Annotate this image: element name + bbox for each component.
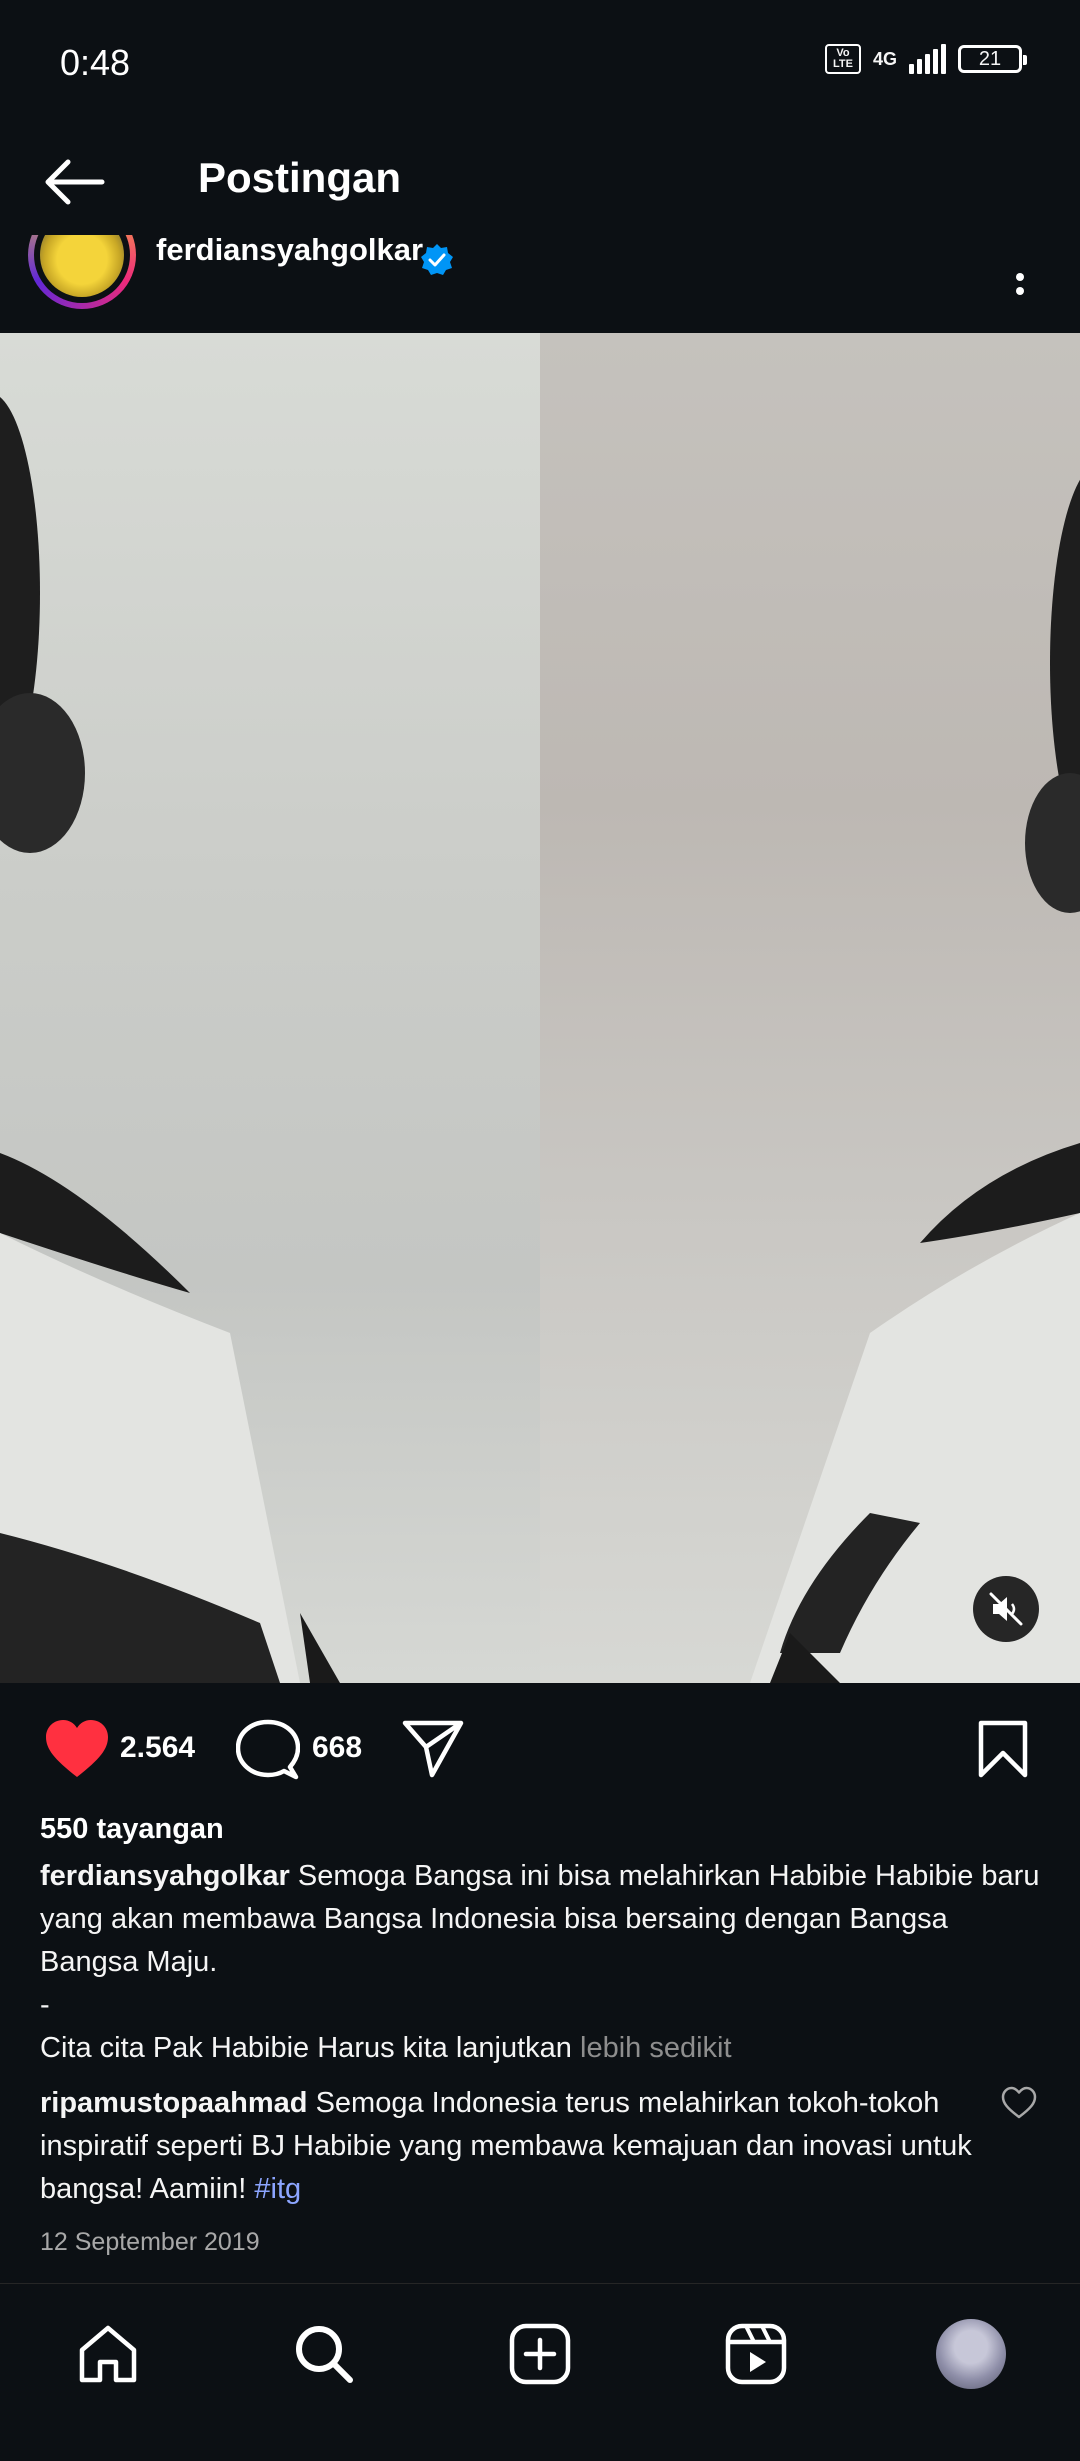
arrow-left-icon — [45, 159, 105, 205]
nav-reels[interactable] — [720, 2318, 792, 2390]
network-type: 4G — [872, 49, 897, 69]
post-caption: ferdiansyahgolkar Semoga Bangsa ini bisa… — [40, 1855, 1040, 2070]
video-right-figure — [750, 479, 1080, 1683]
post-actions: 2.564 668 — [0, 1683, 1080, 1813]
caption-line2: Cita cita Pak Habibie Harus kita lanjutk… — [40, 2032, 572, 2064]
heart-outline-icon — [1001, 2086, 1037, 2119]
search-icon — [296, 2326, 353, 2383]
bottom-navigation — [0, 2283, 1080, 2461]
author-username[interactable]: ferdiansyahgolkar — [156, 235, 423, 265]
top-header: Postingan — [0, 130, 1080, 235]
nav-home[interactable] — [72, 2318, 144, 2390]
comment-bubble-icon — [235, 1719, 301, 1780]
video-left-figure — [0, 397, 340, 1683]
caption-dash: - — [40, 1989, 50, 2021]
avatar-image — [40, 235, 124, 297]
profile-avatar — [936, 2319, 1006, 2389]
status-bar: 0:48 Vo LTE 4G 21 — [0, 0, 1080, 130]
video-frame-right — [540, 333, 1080, 1683]
post-date: 12 September 2019 — [40, 2228, 260, 2256]
like-count[interactable]: 2.564 — [120, 1731, 195, 1765]
mute-toggle-button[interactable] — [973, 1576, 1039, 1642]
more-options-button[interactable] — [1000, 255, 1040, 315]
like-button[interactable] — [44, 1719, 110, 1784]
show-less-link[interactable]: lebih sedikit — [580, 2032, 732, 2064]
share-button[interactable] — [402, 1719, 464, 1784]
home-icon — [79, 2325, 137, 2383]
speaker-muted-icon — [989, 1592, 1023, 1626]
page-title: Postingan — [198, 154, 402, 201]
caption-username[interactable]: ferdiansyahgolkar — [40, 1860, 290, 1892]
bookmark-icon — [978, 1720, 1028, 1778]
save-button[interactable] — [977, 1719, 1029, 1784]
comment-item: ripamustopaahmad Semoga Indonesia terus … — [40, 2082, 980, 2211]
comment-hashtag[interactable]: #itg — [254, 2173, 301, 2205]
video-frame-left — [0, 333, 540, 1683]
signal-icon — [909, 44, 946, 74]
status-time: 0:48 — [60, 42, 131, 83]
battery-icon: 21 — [958, 45, 1027, 73]
reels-icon — [725, 2323, 787, 2385]
battery-level: 21 — [978, 47, 1002, 70]
paper-plane-icon — [402, 1720, 464, 1778]
comment-like-button[interactable] — [1001, 2086, 1037, 2120]
heart-filled-icon — [46, 1720, 108, 1777]
volte-icon: Vo LTE — [824, 44, 861, 74]
nav-profile[interactable] — [935, 2318, 1007, 2390]
status-icons: Vo LTE 4G 21 — [824, 44, 1027, 74]
author-avatar[interactable] — [28, 235, 136, 309]
create-post-icon — [509, 2323, 571, 2385]
post-header: ferdiansyahgolkar — [0, 235, 1080, 333]
back-button[interactable] — [40, 150, 112, 214]
verified-badge-icon — [421, 244, 453, 275]
comment-button[interactable] — [235, 1719, 301, 1786]
nav-create[interactable] — [504, 2318, 576, 2390]
comment-username[interactable]: ripamustopaahmad — [40, 2087, 308, 2119]
view-count: 550 tayangan — [40, 1813, 224, 1845]
post-video[interactable] — [0, 333, 1080, 1683]
more-vertical-icon — [1016, 273, 1024, 295]
nav-search[interactable] — [288, 2318, 360, 2390]
comment-count[interactable]: 668 — [312, 1731, 362, 1765]
